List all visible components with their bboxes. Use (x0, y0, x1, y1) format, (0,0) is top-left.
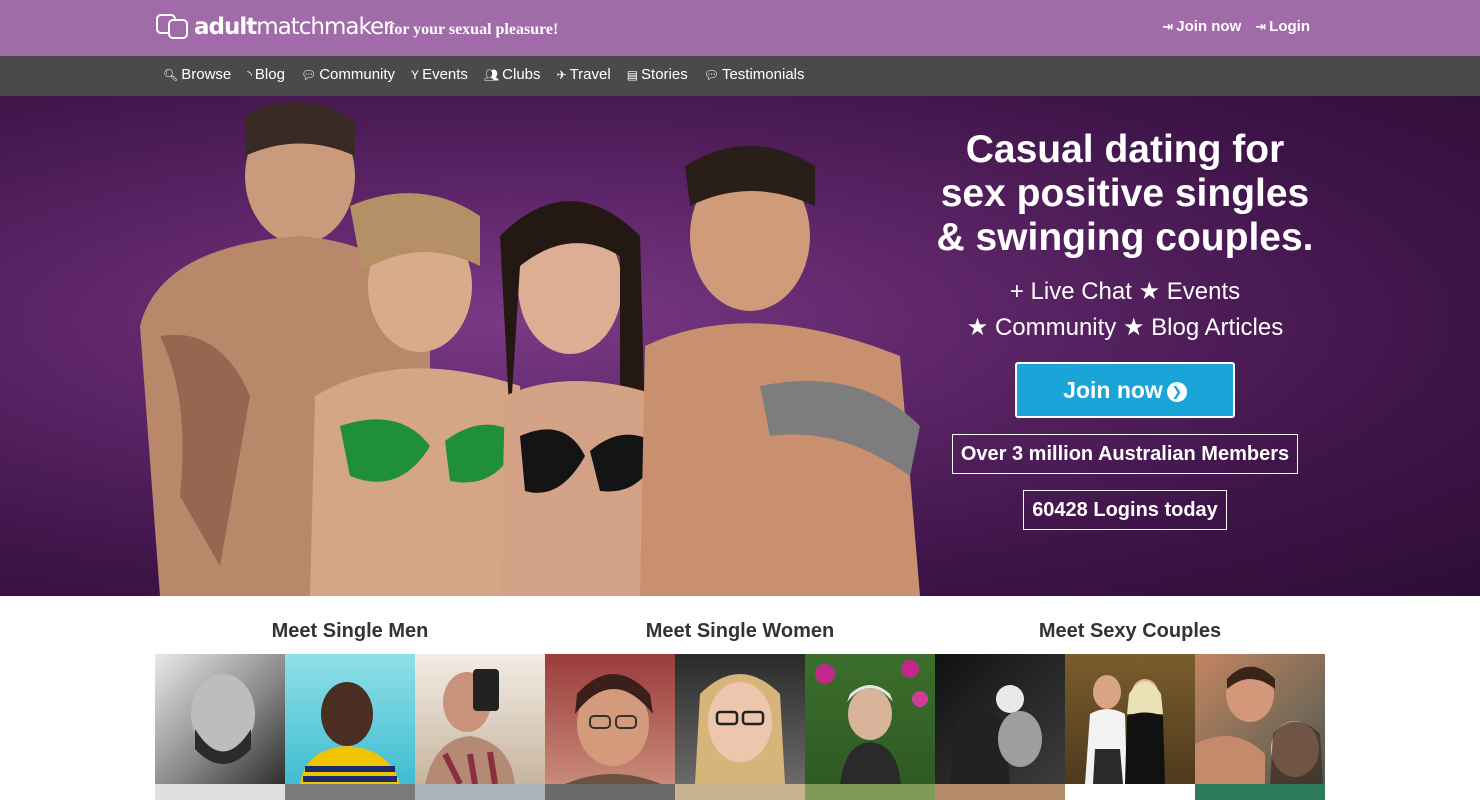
section-title: Meet Single Men (271, 620, 429, 642)
site-logo[interactable]: adultmatchmaker (156, 14, 393, 40)
member-photo[interactable] (155, 784, 285, 800)
nav-item-label: Testimonials (721, 66, 805, 83)
join-now-button[interactable]: Join now ❯ (1015, 362, 1235, 418)
book-icon: ▤ (626, 67, 639, 82)
member-photo[interactable] (1195, 784, 1325, 800)
cocktail-icon: Y (411, 67, 420, 82)
meet-members-section: Meet Single Men Meet Single Women Meet S… (155, 596, 1325, 800)
search-icon: 🔍︎ (163, 67, 179, 82)
section-title: Meet Single Women (645, 620, 835, 642)
member-photo[interactable] (675, 784, 805, 800)
nav-item-label: Browse (181, 66, 232, 83)
meet-single-men: Meet Single Men (155, 596, 545, 800)
member-photo[interactable] (935, 654, 1065, 784)
member-photo[interactable] (1195, 654, 1325, 784)
nav-item-community[interactable]: 💬︎ Community (301, 66, 395, 83)
person-right (640, 146, 920, 596)
join-now-label: Join now (1176, 18, 1242, 35)
sign-in-icon: ⇥ (1255, 18, 1267, 34)
member-photo[interactable] (805, 784, 935, 800)
member-photo[interactable] (935, 784, 1065, 800)
rss-icon: ◝ (247, 67, 252, 82)
member-photo[interactable] (675, 654, 805, 784)
feature-list: + Live Chat ★ Events ★ Community ★ Blog … (930, 274, 1320, 346)
member-photo[interactable] (415, 654, 545, 784)
login-link[interactable]: ⇥ Login (1255, 18, 1310, 35)
account-links: ⇥ Join now ⇥ Login (1162, 18, 1310, 35)
nav-item-browse[interactable]: 🔍︎ Browse (163, 66, 231, 83)
nav-item-travel[interactable]: ✈︎ Travel (557, 66, 611, 83)
logins-stat: 60428 Logins today (1023, 490, 1227, 530)
users-icon: 👥︎ (483, 67, 500, 82)
feature-line: ★ Community ★ Blog Articles (966, 314, 1284, 341)
members-stat: Over 3 million Australian Members (951, 434, 1299, 474)
nav-item-clubs[interactable]: 👥︎ Clubs (484, 66, 541, 83)
member-photo[interactable] (415, 784, 545, 800)
tagline: for your sexual pleasure! (389, 21, 559, 38)
hero-photo (140, 102, 920, 596)
nav-item-testimonials[interactable]: 💬︎ Testimonials (704, 66, 805, 83)
logo-wordmark: adultmatchmaker (194, 14, 393, 40)
hero-copy: Casual dating for sex positive singles &… (930, 128, 1320, 530)
nav-item-label: Clubs (502, 66, 541, 83)
nav-item-label: Stories (641, 66, 688, 83)
join-now-link[interactable]: ⇥ Join now (1162, 18, 1241, 35)
meet-sexy-couples: Meet Sexy Couples (935, 596, 1325, 800)
logo-chat-icon (156, 14, 190, 40)
join-now-button-label: Join now (1063, 377, 1163, 403)
member-photo[interactable] (285, 784, 415, 800)
member-photo[interactable] (155, 654, 285, 784)
chevron-circle-right-icon: ❯ (1166, 381, 1187, 402)
feature-line: + Live Chat ★ Events (1009, 278, 1241, 305)
top-header: adultmatchmaker for your sexual pleasure… (0, 0, 1480, 56)
hero-banner: Casual dating for sex positive singles &… (0, 96, 1480, 596)
member-photo[interactable] (805, 654, 935, 784)
person-center-right (500, 201, 660, 596)
comment-icon: 💬︎ (703, 67, 719, 82)
nav-item-stories[interactable]: ▤ Stories (627, 66, 688, 83)
nav-item-events[interactable]: Y Events (411, 66, 468, 83)
nav-item-label: Blog (254, 66, 285, 83)
nav-item-blog[interactable]: ◝ Blog (247, 66, 285, 83)
member-photo[interactable] (285, 654, 415, 784)
nav-item-label: Community (319, 66, 396, 83)
member-photo[interactable] (1065, 654, 1195, 784)
main-nav: 🔍︎ Browse ◝ Blog 💬︎ Community Y Events 👥︎ Clu… (0, 56, 1480, 96)
member-photo[interactable] (1065, 784, 1195, 800)
nav-item-label: Travel (569, 66, 611, 83)
sign-in-icon: ⇥ (1162, 18, 1174, 34)
section-title: Meet Sexy Couples (1038, 620, 1222, 642)
login-label: Login (1269, 18, 1310, 35)
member-photo[interactable] (545, 784, 675, 800)
comments-icon: 💬︎ (300, 67, 317, 82)
meet-single-women: Meet Single Women (545, 596, 935, 800)
member-photo[interactable] (545, 654, 675, 784)
nav-item-label: Events (422, 66, 468, 83)
plane-icon: ✈︎ (556, 67, 567, 82)
hero-headline: Casual dating for sex positive singles &… (936, 128, 1314, 259)
